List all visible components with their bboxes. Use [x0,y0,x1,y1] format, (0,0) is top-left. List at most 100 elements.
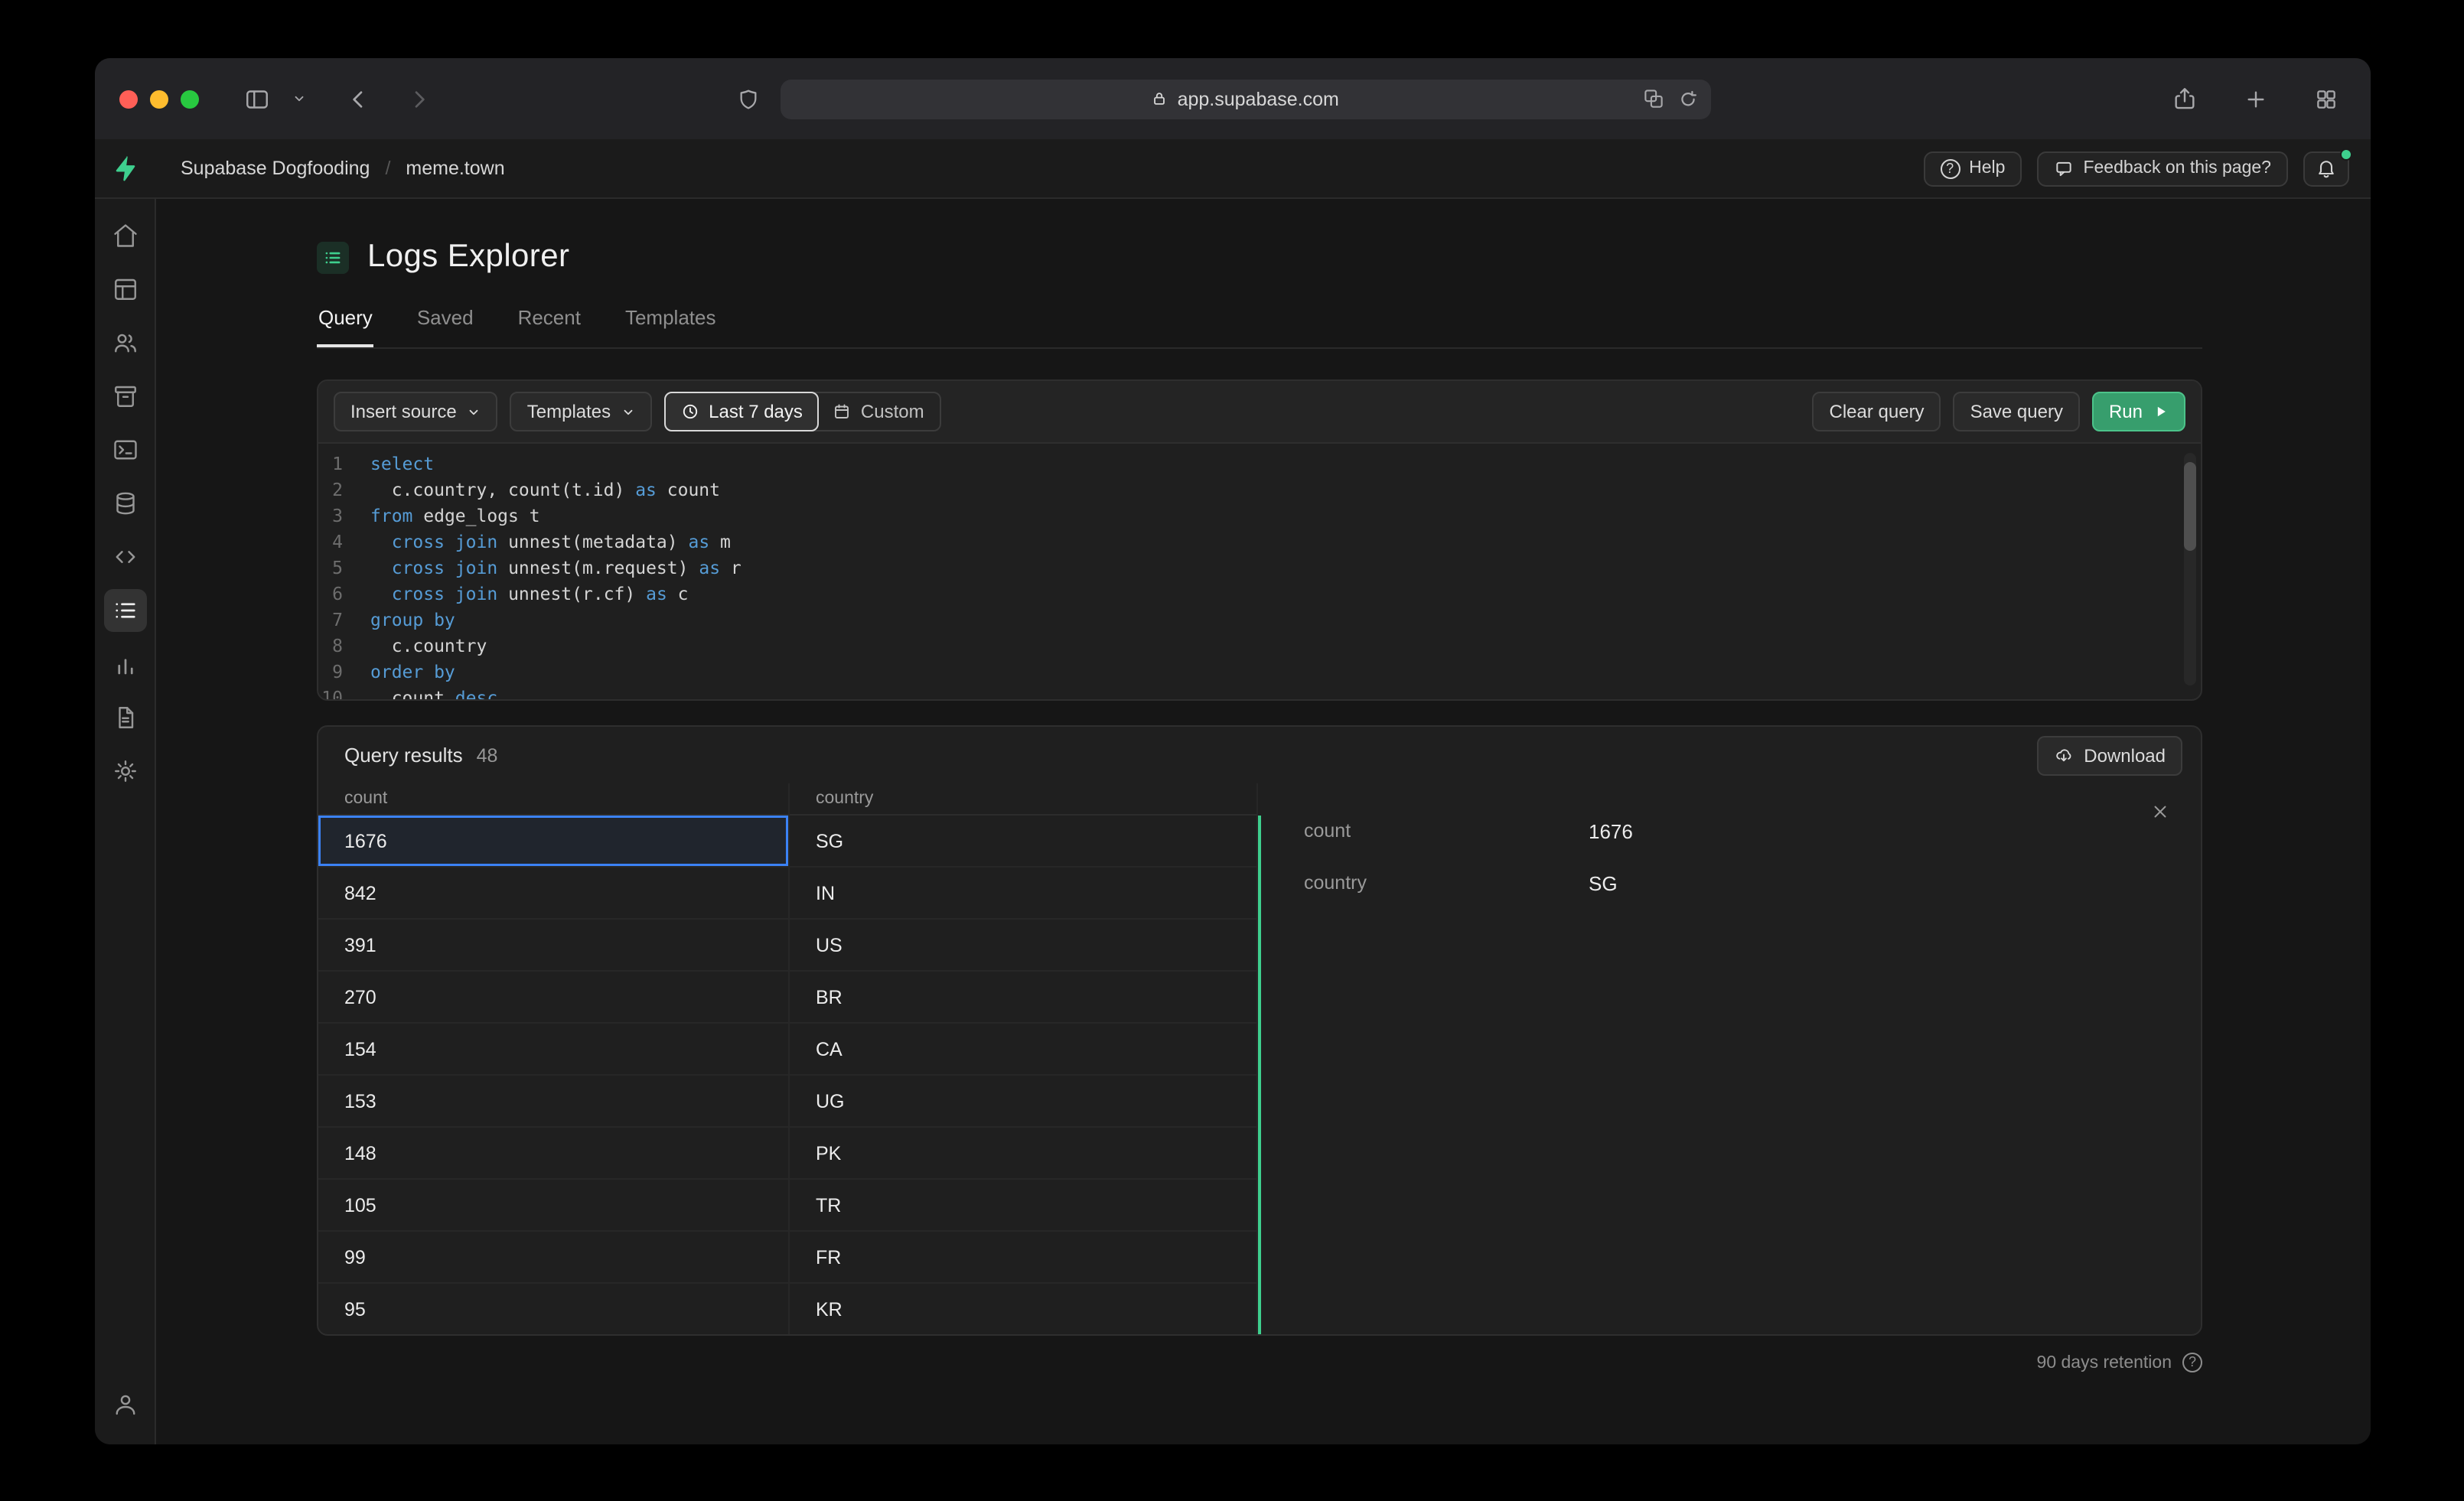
editor-scrollbar[interactable] [2184,453,2196,685]
calendar-icon [833,402,852,421]
tab-saved[interactable]: Saved [416,306,475,347]
sidebar-item-logs[interactable] [103,589,146,632]
reload-button[interactable] [1677,79,1698,119]
column-header-country[interactable]: country [790,783,1258,816]
clear-query-button[interactable]: Clear query [1812,392,1941,431]
supabase-logo[interactable] [95,155,156,182]
archive-icon [111,383,139,410]
result-cell-country[interactable]: KR [790,1284,1258,1334]
sidebar-item-storage[interactable] [103,375,146,418]
run-button[interactable]: Run [2091,392,2185,431]
query-editor-panel: Insert source Templates Last 7 days Cust… [317,379,2202,701]
save-query-button[interactable]: Save query [1953,392,2080,431]
column-header-count[interactable]: count [318,783,790,816]
tab-group-chevron-button[interactable] [285,79,314,119]
sidebar-item-reports[interactable] [103,643,146,685]
custom-range-button[interactable]: Custom [818,393,940,430]
result-cell-count[interactable]: 154 [318,1024,790,1076]
result-cell-country[interactable]: BR [790,972,1258,1024]
code-text: count desc [370,686,498,699]
reload-icon [1677,88,1698,109]
last-7-days-button[interactable]: Last 7 days [664,392,820,431]
save-query-label: Save query [1970,401,2063,422]
scrollbar-thumb[interactable] [2184,462,2196,551]
sidebar-item-account[interactable] [103,1383,146,1426]
sidebar-item-api[interactable] [103,536,146,578]
new-tab-button[interactable] [2236,79,2276,119]
download-button[interactable]: Download [2036,735,2182,775]
translate-icon [1641,87,1664,110]
detail-label: country [1304,872,1367,894]
sidebar-item-home[interactable] [103,214,146,257]
code-text: c.country [370,634,487,656]
result-cell-count[interactable]: 153 [318,1076,790,1128]
sidebar-item-auth[interactable] [103,321,146,364]
address-bar[interactable]: app.supabase.com [780,79,1711,119]
sql-editor[interactable]: 1 select 2 c.country, count(t.id) as count… [318,444,2201,699]
close-detail-button[interactable] [2150,802,2170,822]
lock-icon [1152,90,1168,107]
result-cell-country[interactable]: IN [790,868,1258,920]
notifications-button[interactable] [2303,148,2352,186]
result-cell-count[interactable]: 270 [318,972,790,1024]
line-number: 2 [332,478,343,500]
templates-button[interactable]: Templates [510,392,653,431]
sidebar-item-table-editor[interactable] [103,268,146,311]
tab-templates[interactable]: Templates [624,306,718,347]
users-icon [111,329,139,357]
chat-bubble-icon [2054,158,2074,178]
result-cell-count[interactable]: 99 [318,1232,790,1284]
result-cell-count[interactable]: 95 [318,1284,790,1334]
sidebar [95,199,156,1444]
privacy-shield-button[interactable] [728,79,768,119]
result-cell-country[interactable]: PK [790,1128,1258,1180]
line-number: 6 [332,582,343,604]
result-cell-country[interactable]: CA [790,1024,1258,1076]
result-cell-count[interactable]: 842 [318,868,790,920]
custom-range-label: Custom [860,401,924,422]
sidebar-item-sql-editor[interactable] [103,428,146,471]
sidebar-item-database[interactable] [103,482,146,525]
minimize-window-button[interactable] [150,90,168,108]
zoom-window-button[interactable] [181,90,199,108]
sidebar-item-docs[interactable] [103,696,146,739]
insert-source-button[interactable]: Insert source [334,392,498,431]
sidebar-item-settings[interactable] [103,750,146,793]
forward-button[interactable] [399,79,439,119]
url-text: app.supabase.com [1177,88,1339,109]
forward-icon [407,86,432,111]
detail-value: 1676 [1589,820,1633,843]
download-label: Download [2084,744,2166,766]
breadcrumb-org[interactable]: Supabase Dogfooding [181,158,370,179]
shield-icon [735,86,760,111]
result-cell-country[interactable]: US [790,920,1258,972]
question-circle-icon[interactable] [2182,1353,2202,1372]
tab-overview-button[interactable] [2306,79,2346,119]
result-cell-count[interactable]: 148 [318,1128,790,1180]
result-cell-country[interactable]: SG [790,816,1258,868]
feedback-button[interactable]: Feedback on this page? [2037,151,2288,186]
help-button[interactable]: Help [1923,151,2022,186]
code-line: 10 count desc [318,684,2201,699]
translate-button[interactable] [1641,79,1664,119]
code-line: 3 from edge_logs t [318,502,2201,528]
tab-recent[interactable]: Recent [517,306,582,347]
share-button[interactable] [2164,79,2205,119]
detail-value: SG [1589,872,1618,895]
file-icon [111,704,139,731]
result-cell-count[interactable]: 391 [318,920,790,972]
result-cell-country[interactable]: FR [790,1232,1258,1284]
code-text: from edge_logs t [370,504,540,526]
close-window-button[interactable] [119,90,138,108]
result-cell-country[interactable]: TR [790,1180,1258,1232]
code-line: 5 cross join unnest(m.request) as r [318,554,2201,580]
sidebar-toggle-button[interactable] [236,79,279,119]
line-number: 7 [332,608,343,630]
tab-query[interactable]: Query [317,306,374,347]
result-cell-count[interactable]: 105 [318,1180,790,1232]
result-cell-country[interactable]: UG [790,1076,1258,1128]
result-cell-count[interactable]: 1676 [318,816,790,868]
breadcrumb-project[interactable]: meme.town [406,158,504,179]
back-button[interactable] [338,79,378,119]
detail-field-country: country SG [1304,872,2201,895]
